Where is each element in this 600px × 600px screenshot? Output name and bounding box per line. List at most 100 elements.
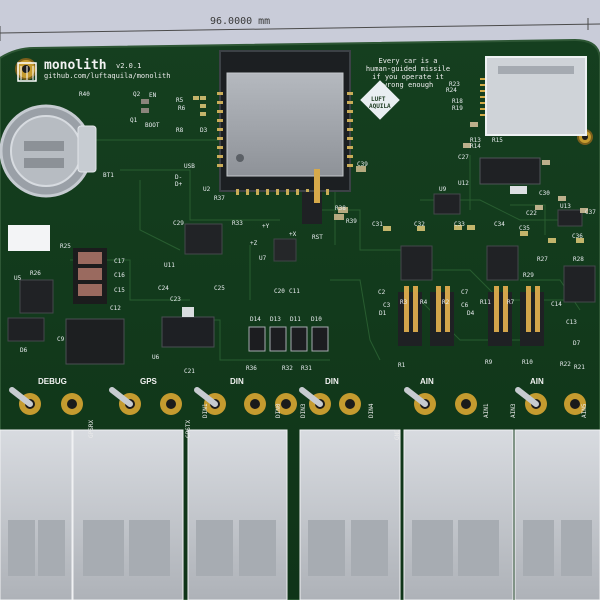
label-c33: C33: [454, 221, 465, 228]
label-r22: R22: [560, 361, 571, 368]
label-q2: Q2: [133, 91, 141, 98]
logo-text-2: AQUILA: [369, 103, 391, 110]
label-c36: C36: [572, 233, 583, 240]
label-d11: D11: [290, 316, 301, 323]
label-dplus: D+: [175, 181, 183, 188]
pin-label-din4: DIN4: [368, 403, 375, 418]
d6-diode: [7, 317, 45, 342]
label-c3: C3: [383, 302, 391, 309]
label-c6: C6: [461, 302, 469, 309]
label-c35: C35: [519, 225, 530, 232]
label-usb: USB: [184, 163, 195, 170]
label-c21: C21: [184, 368, 195, 375]
pin-label-ain3: AIN3: [510, 403, 517, 418]
label-d7: D7: [573, 340, 581, 347]
pin-label-gpstx: GPSTX: [185, 419, 192, 438]
label-r37: R37: [214, 195, 225, 202]
op-amp-left: [400, 245, 433, 281]
label-d1: D1: [379, 310, 387, 317]
label-r28: R28: [573, 256, 584, 263]
label-r7: R7: [507, 299, 515, 306]
label-d3: D3: [200, 127, 208, 134]
label-r26: R26: [30, 270, 41, 277]
label-c30: C30: [539, 190, 550, 197]
label-d6: D6: [20, 347, 28, 354]
label-c13: C13: [566, 319, 577, 326]
op-amp-far-right: [563, 265, 596, 303]
u5-chip: [19, 279, 54, 314]
project-url: github.com/luftaquila/monolith: [44, 72, 171, 80]
label-r36: R36: [246, 365, 257, 372]
label-c17: C17: [114, 258, 125, 265]
u9-chip: [433, 193, 461, 215]
label-d10: D10: [311, 316, 322, 323]
board-version: v2.0.1: [116, 62, 142, 70]
label-c16: C16: [114, 272, 125, 279]
label-r6: R6: [178, 105, 186, 112]
label-r8: R8: [176, 127, 184, 134]
esp32-module-shield: [226, 72, 344, 177]
label-r40: R40: [79, 91, 90, 98]
label-r33: R33: [232, 220, 243, 227]
label-r11: R11: [480, 299, 491, 306]
group-label-gps: GPS: [140, 377, 157, 386]
dimension-line: [0, 23, 600, 34]
u8-regulator: [161, 316, 215, 348]
label-r25: R25: [60, 243, 71, 250]
label-r38: R38: [335, 205, 346, 212]
connector-row: [0, 429, 600, 600]
label-r39: R39: [346, 218, 357, 225]
label-boot: BOOT: [145, 122, 160, 129]
u7-chip: [273, 238, 297, 262]
white-silkscreen-block: [8, 225, 50, 251]
group-label-ain-b: AIN: [530, 377, 544, 386]
board-name: monolith: [44, 58, 107, 73]
label-c37: C37: [585, 209, 596, 216]
pin-label-gpsrx: GPSRX: [88, 419, 95, 438]
pin-label-din0: DIN0: [275, 403, 282, 418]
label-c34: C34: [494, 221, 505, 228]
label-u13: U13: [560, 203, 571, 210]
pin-label-din1: DIN1: [202, 403, 209, 418]
label-d14: D14: [250, 316, 261, 323]
label-r24: R24: [446, 87, 457, 94]
label-r32: R32: [282, 365, 293, 372]
group-label-ain-a: AIN: [420, 377, 434, 386]
u11-chip: [184, 223, 223, 255]
label-en: EN: [149, 92, 157, 99]
pin-label-ain5: AIN5: [581, 403, 588, 418]
label-u7: U7: [259, 255, 267, 262]
axis-z-label: +Z: [250, 240, 258, 247]
label-c32: C32: [414, 221, 425, 228]
label-c11: C11: [289, 288, 300, 295]
u12-tab: [510, 186, 527, 194]
label-r15: R15: [492, 137, 503, 144]
group-label-din-b: DIN: [325, 377, 339, 386]
u12-regulator: [479, 157, 541, 185]
label-c9: C9: [57, 336, 65, 343]
label-c20: C20: [274, 288, 285, 295]
label-c14: C14: [551, 301, 562, 308]
label-r9: R9: [485, 359, 493, 366]
pin-label-din3: DIN3: [300, 403, 307, 418]
module-fiducial: [236, 154, 244, 162]
label-d13: D13: [270, 316, 281, 323]
label-u2: U2: [203, 186, 211, 193]
microsd-slot: [498, 66, 574, 74]
label-u9: U9: [439, 186, 447, 193]
label-r19: R19: [452, 105, 463, 112]
label-r31: R31: [301, 365, 312, 372]
label-r10: R10: [522, 359, 533, 366]
label-c29: C29: [173, 220, 184, 227]
rst-pin: [314, 169, 320, 203]
axis-x-label: +X: [289, 231, 297, 238]
label-c27: C27: [458, 154, 469, 161]
pcb-render-scene: 96.0000 mm monolith v2.0.1 github.com/lu…: [0, 0, 600, 600]
axis-y-label: +Y: [262, 223, 270, 230]
label-r2: R2: [442, 299, 450, 306]
label-c2: C2: [378, 289, 386, 296]
u8-tab: [182, 307, 194, 317]
u6-regulator: [65, 318, 125, 365]
pin-label-gnd: GND: [394, 429, 401, 440]
label-r1: R1: [398, 362, 406, 369]
